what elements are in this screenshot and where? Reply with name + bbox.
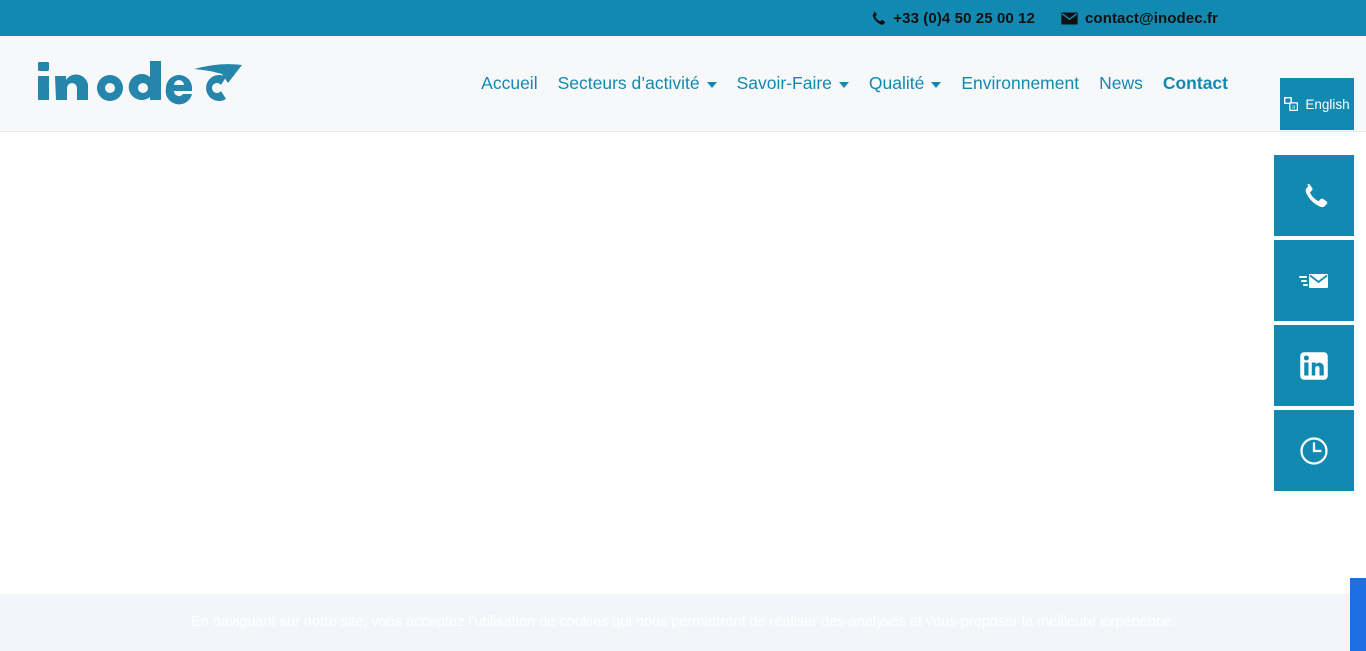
phone-icon	[873, 11, 886, 25]
nav-item-savoir-faire[interactable]: Savoir-Faire	[727, 75, 859, 93]
main-content-area	[0, 133, 1366, 594]
nav-item-accueil[interactable]: Accueil	[471, 75, 547, 93]
nav-label: Savoir-Faire	[736, 73, 832, 94]
send-mail-icon	[1299, 273, 1328, 288]
linkedin-icon	[1300, 351, 1328, 380]
nav-label: Environnement	[961, 73, 1080, 94]
chevron-down-icon	[838, 82, 849, 88]
main-navigation: Accueil Secteurs d’activité Savoir-Faire…	[471, 36, 1238, 132]
site-logo[interactable]	[34, 55, 246, 111]
topbar-phone-label: +33 (0)4 50 25 00 12	[893, 9, 1035, 27]
language-switcher-button[interactable]: a English	[1280, 78, 1354, 130]
nav-item-qualite[interactable]: Qualité	[859, 75, 951, 93]
nav-label: Qualité	[868, 73, 925, 94]
cookie-consent-banner: En naviguant sur notre site, vous accept…	[0, 594, 1366, 651]
floating-contact-rail	[1274, 155, 1354, 491]
nav-label: Accueil	[481, 73, 538, 94]
rail-button-linkedin[interactable]	[1274, 325, 1354, 406]
site-header: Accueil Secteurs d’activité Savoir-Faire…	[0, 36, 1366, 132]
nav-item-secteurs-d-activite[interactable]: Secteurs d’activité	[548, 75, 727, 93]
top-utility-bar: +33 (0)4 50 25 00 12 contact@inodec.fr	[0, 0, 1366, 36]
nav-label: Contact	[1162, 73, 1228, 94]
chevron-down-icon	[931, 82, 942, 88]
envelope-icon	[1061, 11, 1078, 25]
language-switcher-label: English	[1305, 96, 1350, 112]
cookie-consent-message: En naviguant sur notre site, vous accept…	[190, 614, 1176, 631]
rail-button-email[interactable]	[1274, 240, 1354, 321]
chevron-down-icon	[706, 82, 717, 88]
topbar-email-link[interactable]: contact@inodec.fr	[1061, 10, 1218, 27]
corner-widget-tab[interactable]	[1350, 578, 1366, 651]
translate-icon: a	[1284, 97, 1299, 111]
nav-item-news[interactable]: News	[1089, 75, 1153, 93]
inodec-logo-icon	[38, 61, 242, 105]
nav-item-contact[interactable]: Contact	[1153, 75, 1238, 93]
svg-text:a: a	[1293, 105, 1296, 111]
nav-label: Secteurs d’activité	[557, 73, 700, 94]
topbar-phone-link[interactable]: +33 (0)4 50 25 00 12	[869, 10, 1035, 27]
page-root: +33 (0)4 50 25 00 12 contact@inodec.fr A…	[0, 0, 1366, 651]
clock-icon	[1300, 436, 1328, 465]
nav-item-environnement[interactable]: Environnement	[951, 75, 1089, 93]
topbar-email-label: contact@inodec.fr	[1084, 9, 1218, 27]
nav-label: News	[1099, 73, 1143, 94]
rail-button-hours[interactable]	[1274, 410, 1354, 491]
phone-icon	[1305, 183, 1328, 207]
rail-button-phone[interactable]	[1274, 155, 1354, 236]
